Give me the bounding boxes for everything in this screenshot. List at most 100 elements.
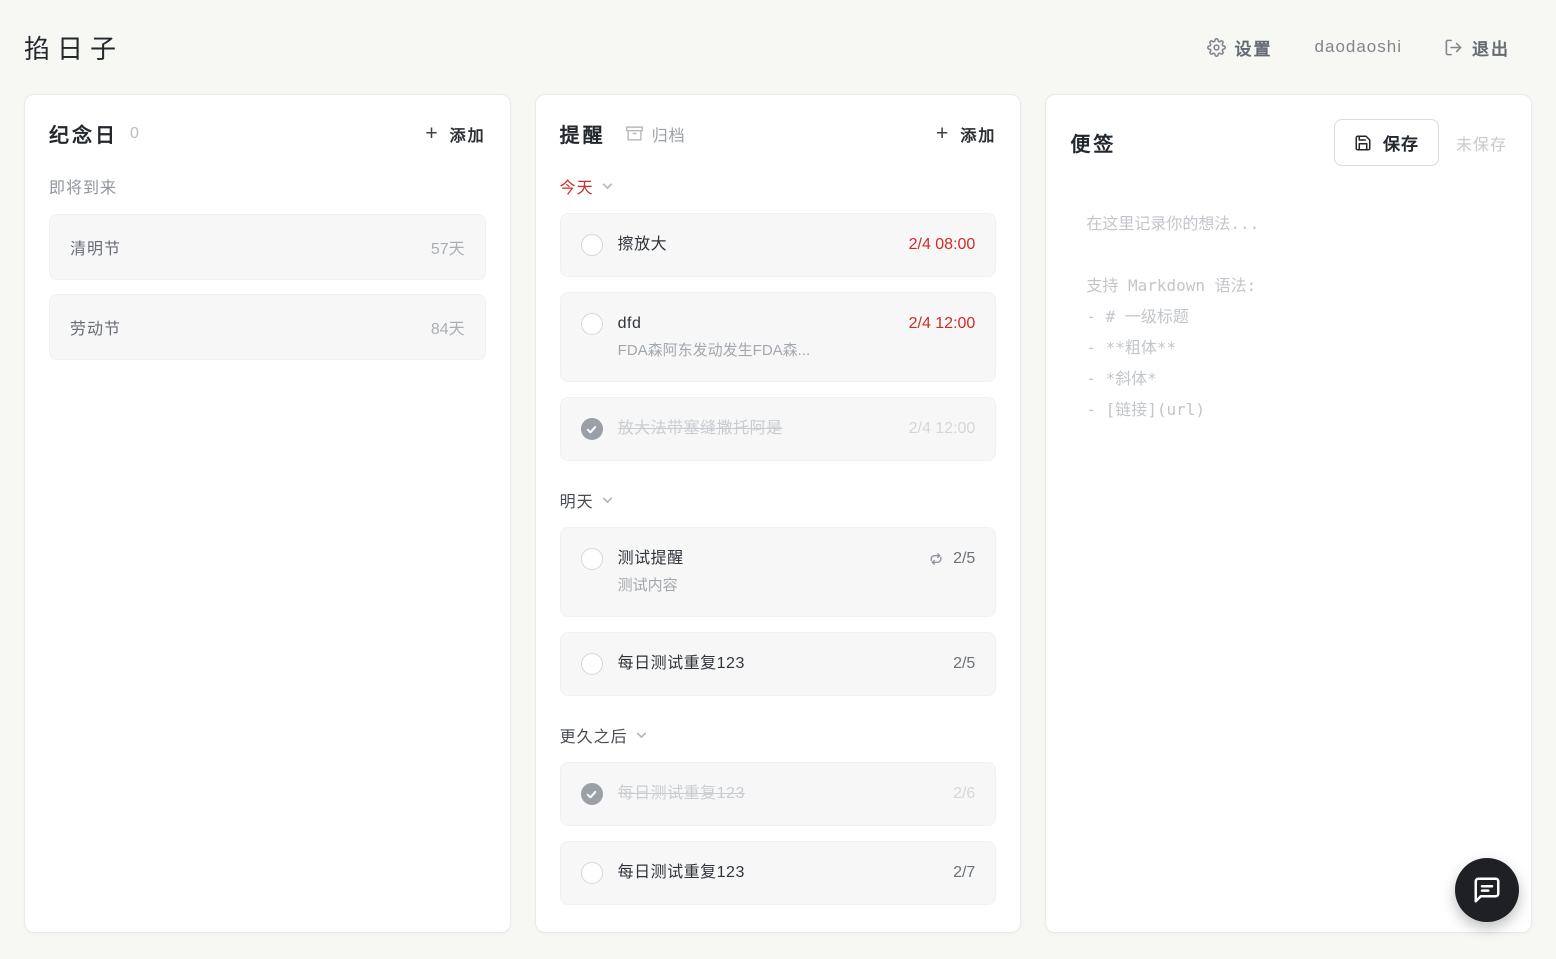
reminder-time-value: 2/4 08:00	[909, 233, 976, 257]
chevron-down-icon	[601, 494, 614, 507]
anniversary-name: 劳动节	[70, 315, 121, 339]
note-header: 便签 保存 未保存	[1070, 119, 1507, 166]
repeat-icon	[928, 551, 944, 567]
chat-bubble-icon	[1472, 875, 1502, 905]
anniversary-days: 84天	[431, 315, 465, 339]
anniversary-title: 纪念日	[49, 119, 118, 148]
reminder-header: 提醒 归档 + 添加	[560, 119, 997, 148]
reminder-checkbox[interactable]	[581, 313, 603, 335]
archive-label: 归档	[652, 122, 686, 146]
reminder-time-value: 2/4 12:00	[909, 312, 976, 336]
anniversary-list: 清明节 57天劳动节 84天	[49, 214, 486, 374]
reminder-title: 每日测试重复123	[618, 861, 938, 885]
header-actions: 设置 daodaoshi 退出	[1207, 35, 1510, 60]
reminder-section-label[interactable]: 明天	[560, 488, 997, 512]
archive-icon	[626, 125, 643, 142]
reminder-item[interactable]: 每日测试重复123 2/6	[560, 762, 997, 826]
reminder-body: 每日测试重复123	[618, 652, 938, 676]
reminder-time: 2/4 12:00	[909, 312, 976, 336]
main-columns: 纪念日 0 + 添加 即将到来 清明节 57天劳动节 84天 提醒 归档 + 添加	[24, 94, 1532, 933]
reminder-checkbox[interactable]	[581, 653, 603, 675]
app-title: 掐日子	[24, 29, 123, 66]
chat-button[interactable]	[1455, 858, 1519, 922]
logout-label: 退出	[1472, 35, 1510, 60]
anniversary-days: 57天	[431, 235, 465, 259]
settings-button[interactable]: 设置	[1207, 35, 1273, 60]
note-panel: 便签 保存 未保存 在这里记录你的想法... 支持 Markdown 语法: -…	[1045, 94, 1532, 933]
reminder-item[interactable]: 测试提醒测试内容 2/5	[560, 527, 997, 617]
reminder-title: 每日测试重复123	[618, 652, 938, 676]
reminder-title: dfd	[618, 312, 894, 336]
reminder-time: 2/5	[953, 652, 975, 676]
add-anniversary-button[interactable]: + 添加	[425, 122, 485, 146]
reminder-subtitle: FDA森阿东发动发生FDA森...	[618, 340, 894, 362]
gear-icon	[1207, 38, 1226, 57]
reminder-item[interactable]: 擦放大 2/4 08:00	[560, 213, 997, 277]
note-editor[interactable]: 在这里记录你的想法... 支持 Markdown 语法: - # 一级标题 - …	[1070, 208, 1507, 908]
save-status: 未保存	[1456, 131, 1507, 155]
reminder-time-value: 2/7	[953, 861, 975, 885]
reminder-checkbox[interactable]	[581, 548, 603, 570]
anniversary-name: 清明节	[70, 235, 121, 259]
reminder-checkbox[interactable]	[581, 783, 603, 805]
reminder-time: 2/6	[953, 782, 975, 806]
reminder-item[interactable]: 放大法带塞缝撒托阿是 2/4 12:00	[560, 397, 997, 461]
anniversary-item[interactable]: 清明节 57天	[49, 214, 486, 280]
logout-icon	[1444, 38, 1463, 57]
reminder-checkbox[interactable]	[581, 862, 603, 884]
section-label-text: 今天	[560, 174, 594, 198]
checkmark-icon	[585, 788, 598, 801]
reminder-title: 放大法带塞缝撒托阿是	[618, 417, 894, 441]
reminder-item[interactable]: 每日测试重复123 2/7	[560, 841, 997, 905]
anniversary-item[interactable]: 劳动节 84天	[49, 294, 486, 360]
reminder-title: 测试提醒	[618, 547, 913, 571]
reminder-body: dfd FDA森阿东发动发生FDA森...	[618, 312, 894, 362]
reminder-title: 每日测试重复123	[618, 782, 938, 806]
reminder-body: 放大法带塞缝撒托阿是	[618, 417, 894, 441]
save-button[interactable]: 保存	[1334, 119, 1439, 166]
upcoming-label: 即将到来	[49, 174, 486, 198]
reminder-body: 每日测试重复123	[618, 861, 938, 885]
reminder-subtitle: 测试内容	[618, 575, 913, 597]
reminder-title: 提醒	[560, 119, 606, 148]
reminder-time: 2/7	[953, 861, 975, 885]
reminder-time-value: 2/5	[953, 652, 975, 676]
reminder-time: 2/4 12:00	[909, 417, 976, 441]
plus-icon: +	[936, 123, 948, 144]
section-label-text: 更久之后	[560, 723, 628, 747]
reminder-section-label[interactable]: 今天	[560, 174, 997, 198]
anniversary-count: 0	[130, 125, 139, 143]
save-label: 保存	[1383, 130, 1419, 155]
reminder-time: 2/4 08:00	[909, 233, 976, 257]
reminder-sections: 今天擦放大 2/4 08:00 dfd FDA森阿东发动发生FDA森... 2/4 12…	[560, 174, 997, 920]
plus-icon: +	[425, 123, 437, 144]
add-reminder-label: 添加	[960, 122, 996, 146]
chevron-down-icon	[635, 729, 648, 742]
reminder-section-label[interactable]: 更久之后	[560, 723, 997, 747]
reminder-item[interactable]: dfd FDA森阿东发动发生FDA森... 2/4 12:00	[560, 292, 997, 382]
reminder-time-value: 2/6	[953, 782, 975, 806]
checkmark-icon	[585, 423, 598, 436]
settings-label: 设置	[1235, 35, 1273, 60]
username: daodaoshi	[1315, 37, 1402, 57]
reminder-checkbox[interactable]	[581, 418, 603, 440]
reminder-checkbox[interactable]	[581, 234, 603, 256]
reminder-time-value: 2/5	[953, 547, 975, 571]
add-anniversary-label: 添加	[450, 122, 486, 146]
reminder-item[interactable]: 每日测试重复123 2/5	[560, 632, 997, 696]
floppy-save-icon	[1354, 134, 1372, 152]
anniversary-panel: 纪念日 0 + 添加 即将到来 清明节 57天劳动节 84天	[24, 94, 511, 933]
reminder-body: 擦放大	[618, 233, 894, 257]
app-header: 掐日子 设置 daodaoshi 退出	[0, 0, 1556, 94]
chevron-down-icon	[601, 180, 614, 193]
reminder-body: 测试提醒测试内容	[618, 547, 913, 597]
logout-button[interactable]: 退出	[1444, 35, 1510, 60]
add-reminder-button[interactable]: + 添加	[936, 122, 996, 146]
reminder-body: 每日测试重复123	[618, 782, 938, 806]
reminder-panel: 提醒 归档 + 添加 今天擦放大 2/4 08:00 dfd FDA森阿东发动发生FD…	[535, 94, 1022, 933]
note-title: 便签	[1070, 128, 1116, 157]
anniversary-header: 纪念日 0 + 添加	[49, 119, 486, 148]
reminder-title: 擦放大	[618, 233, 894, 257]
reminder-time: 2/5	[928, 547, 975, 571]
archive-button[interactable]: 归档	[626, 122, 686, 146]
